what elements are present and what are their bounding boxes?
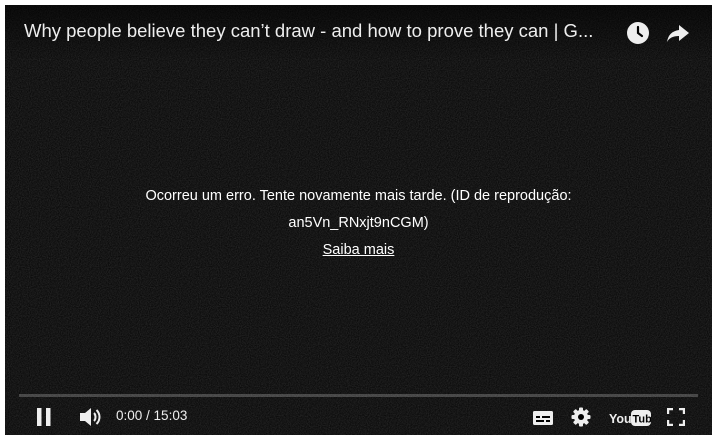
title-bar: Why people believe they can’t draw - and… bbox=[5, 5, 712, 61]
volume-icon bbox=[80, 408, 101, 426]
learn-more-link[interactable]: Saiba mais bbox=[323, 242, 395, 258]
svg-text:Tube: Tube bbox=[633, 414, 652, 426]
share-icon bbox=[667, 25, 689, 42]
svg-text:You: You bbox=[609, 412, 632, 426]
share-button[interactable] bbox=[665, 20, 691, 46]
fullscreen-icon bbox=[666, 407, 686, 427]
subtitles-button[interactable] bbox=[532, 410, 554, 431]
settings-button[interactable] bbox=[571, 407, 591, 432]
mute-button[interactable] bbox=[78, 406, 102, 433]
time-separator: / bbox=[142, 408, 154, 423]
time-display: 0:00 / 15:03 bbox=[116, 408, 187, 423]
subtitles-icon bbox=[533, 411, 553, 425]
error-text-line-1: Ocorreu um erro. Tente novamente mais ta… bbox=[145, 188, 572, 204]
clock-icon bbox=[627, 22, 649, 44]
fullscreen-button[interactable] bbox=[666, 407, 686, 431]
youtube-logo: You Tube bbox=[609, 410, 658, 426]
error-message: Ocorreu um erro. Tente novamente mais ta… bbox=[5, 183, 712, 264]
video-title[interactable]: Why people believe they can’t draw - and… bbox=[24, 20, 619, 42]
youtube-logo-button[interactable]: You Tube bbox=[609, 409, 658, 432]
duration: 15:03 bbox=[153, 408, 188, 423]
control-bar: 0:00 / 15:03 You Tub bbox=[5, 397, 712, 435]
error-text-line-2: an5Vn_RNxjt9nCGM) bbox=[288, 215, 429, 231]
current-time: 0:00 bbox=[116, 408, 143, 423]
watch-later-button[interactable] bbox=[625, 20, 651, 46]
gear-icon bbox=[571, 407, 591, 427]
pause-icon bbox=[37, 408, 51, 426]
pause-button[interactable] bbox=[35, 407, 53, 432]
video-player[interactable]: Why people believe they can’t draw - and… bbox=[5, 5, 712, 435]
